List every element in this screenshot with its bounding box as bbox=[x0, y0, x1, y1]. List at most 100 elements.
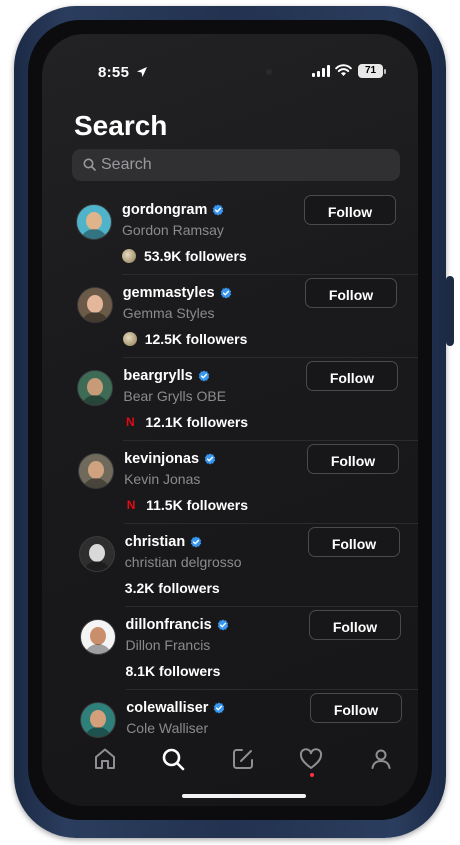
status-bar: 8:55 71 bbox=[42, 60, 418, 84]
user-row[interactable]: gemmastyles Gemma Styles 12.5K followers Fo… bbox=[43, 275, 418, 358]
wifi-icon bbox=[335, 64, 352, 76]
search-icon bbox=[83, 158, 96, 171]
avatar[interactable] bbox=[78, 536, 115, 572]
followers-count: 3.2K followers bbox=[124, 580, 220, 596]
verified-badge-icon bbox=[220, 287, 231, 299]
verified-badge-icon bbox=[198, 370, 209, 382]
avatar-body bbox=[81, 395, 110, 405]
tab-activity[interactable] bbox=[298, 746, 326, 777]
status-time: 8:55 bbox=[98, 64, 130, 81]
follow-button[interactable]: Follow bbox=[309, 693, 402, 723]
cellular-signal-icon bbox=[312, 65, 330, 77]
username[interactable]: kevinjonas bbox=[124, 451, 216, 467]
username-text: kevinjonas bbox=[124, 451, 200, 467]
home-icon bbox=[95, 748, 115, 769]
avatar-body bbox=[82, 478, 111, 488]
followers-count: 12.5K followers bbox=[144, 331, 248, 347]
full-name: christian delgrosso bbox=[124, 554, 242, 570]
full-name: Bear Grylls OBE bbox=[123, 388, 227, 404]
avatar-face bbox=[87, 378, 104, 396]
username[interactable]: gordongram bbox=[122, 202, 224, 218]
search-icon bbox=[162, 748, 185, 771]
username-text: gordongram bbox=[122, 202, 208, 218]
username[interactable]: dillonfrancis bbox=[126, 617, 229, 633]
camera-dot bbox=[266, 69, 272, 75]
page-title: Search bbox=[74, 110, 168, 141]
avatar-face bbox=[88, 461, 105, 479]
avatar-body bbox=[82, 561, 111, 571]
username[interactable]: beargrylls bbox=[123, 368, 209, 384]
mutual-follower-avatar-icon bbox=[122, 249, 136, 263]
tab-home[interactable] bbox=[92, 746, 120, 774]
full-name: Gemma Styles bbox=[122, 305, 215, 321]
full-name: Cole Walliser bbox=[126, 720, 209, 736]
user-row[interactable]: dillonfrancis Dillon Francis 8.1K follower… bbox=[46, 607, 418, 690]
follow-button[interactable]: Follow bbox=[307, 527, 400, 557]
user-row[interactable]: christian christian delgrosso 3.2K followe… bbox=[45, 524, 418, 607]
follow-button[interactable]: Follow bbox=[304, 278, 397, 308]
follow-button[interactable]: Follow bbox=[306, 444, 399, 474]
screen: 8:55 71 Search Search gordongram Gordon R… bbox=[42, 34, 418, 806]
tab-bar bbox=[42, 742, 418, 784]
full-name: Kevin Jonas bbox=[124, 471, 201, 487]
followers-count: 53.9K followers bbox=[144, 248, 247, 264]
search-placeholder: Search bbox=[101, 156, 152, 173]
home-indicator[interactable] bbox=[182, 794, 306, 798]
avatar[interactable] bbox=[76, 287, 113, 323]
verified-badge-icon bbox=[191, 536, 202, 548]
followers-count: 12.1K followers bbox=[145, 414, 249, 430]
follow-button[interactable]: Follow bbox=[305, 361, 398, 391]
username-text: dillonfrancis bbox=[125, 617, 212, 633]
verified-badge-icon bbox=[217, 619, 228, 631]
notification-dot bbox=[310, 773, 314, 777]
avatar-face bbox=[86, 212, 102, 230]
heart-icon bbox=[299, 748, 323, 769]
search-input[interactable]: Search bbox=[72, 149, 400, 181]
avatar-face bbox=[90, 710, 107, 728]
netflix-logo-icon: N bbox=[126, 415, 135, 429]
user-row[interactable]: kevinjonas Kevin Jonas N 11.5K followers Fol… bbox=[44, 441, 418, 524]
avatar-face bbox=[89, 627, 106, 645]
battery-indicator: 71 bbox=[358, 64, 383, 78]
battery-tip bbox=[384, 69, 386, 74]
username-text: christian bbox=[124, 534, 186, 550]
avatar-body bbox=[83, 644, 112, 654]
tab-profile[interactable] bbox=[368, 746, 396, 774]
verified-badge-icon bbox=[214, 702, 225, 714]
tab-search[interactable] bbox=[160, 746, 188, 774]
compose-icon bbox=[233, 749, 253, 769]
avatar-face bbox=[86, 295, 103, 313]
avatar[interactable] bbox=[76, 204, 112, 240]
avatar[interactable] bbox=[80, 702, 117, 738]
phone-side-button bbox=[446, 276, 454, 346]
verified-badge-icon bbox=[213, 204, 224, 216]
user-list: gordongram Gordon Ramsay 53.9K followers Fo… bbox=[42, 192, 418, 773]
username-text: beargrylls bbox=[123, 368, 193, 384]
user-row[interactable]: gordongram Gordon Ramsay 53.9K followers Fo… bbox=[42, 192, 418, 275]
location-arrow-icon bbox=[137, 67, 147, 77]
avatar-body bbox=[80, 312, 109, 322]
follow-button[interactable]: Follow bbox=[309, 610, 401, 640]
username-text: gemmastyles bbox=[122, 285, 215, 301]
full-name: Dillon Francis bbox=[125, 637, 211, 653]
username[interactable]: christian bbox=[125, 534, 202, 550]
followers-count: 11.5K followers bbox=[146, 497, 249, 513]
avatar[interactable] bbox=[79, 619, 116, 655]
followers-count: 8.1K followers bbox=[125, 663, 221, 679]
avatar-body bbox=[80, 229, 108, 239]
full-name: Gordon Ramsay bbox=[122, 222, 224, 238]
avatar[interactable] bbox=[78, 453, 115, 489]
avatar[interactable] bbox=[77, 370, 114, 406]
netflix-logo-icon: N bbox=[126, 498, 136, 512]
follow-button[interactable]: Follow bbox=[304, 195, 396, 225]
user-row[interactable]: beargrylls Bear Grylls OBE N 12.1K follower… bbox=[43, 358, 418, 441]
username-text: colewalliser bbox=[126, 700, 209, 716]
avatar-body bbox=[84, 727, 113, 737]
tab-compose[interactable] bbox=[230, 746, 258, 774]
profile-icon bbox=[371, 749, 391, 769]
username[interactable]: gemmastyles bbox=[123, 285, 232, 301]
mutual-follower-avatar-icon bbox=[122, 332, 137, 346]
username[interactable]: colewalliser bbox=[126, 700, 225, 716]
verified-badge-icon bbox=[204, 453, 216, 465]
avatar-face bbox=[88, 544, 105, 562]
